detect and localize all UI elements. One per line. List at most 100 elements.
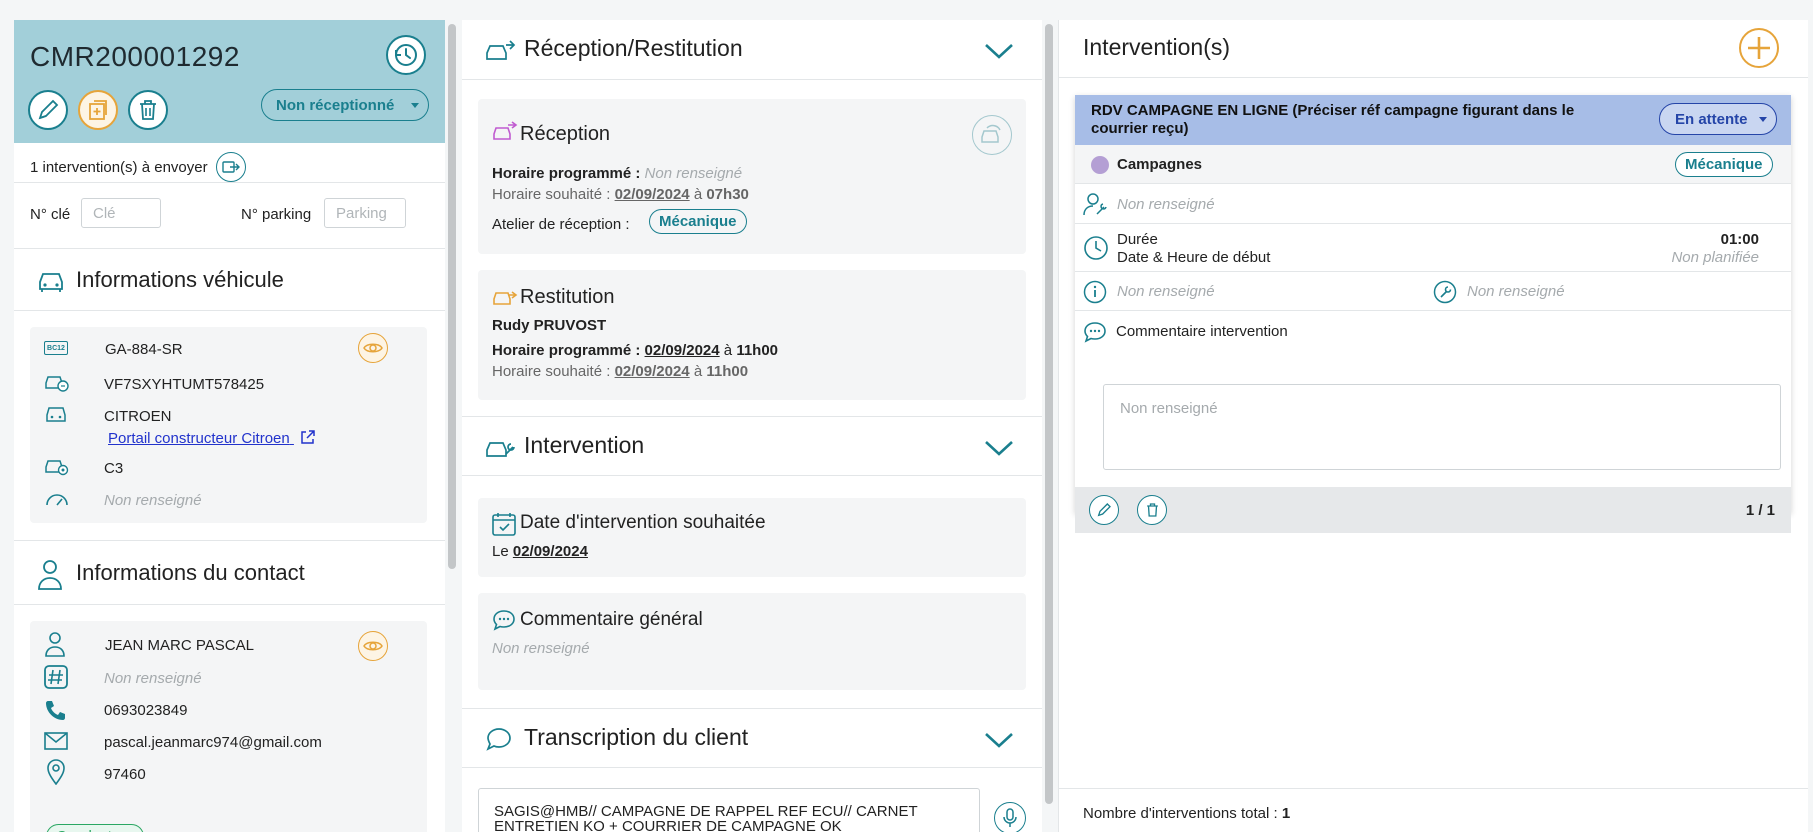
speedometer-icon xyxy=(44,488,70,508)
reception-status-dropdown[interactable]: Non réceptionné xyxy=(261,89,429,121)
reception-title: Réception xyxy=(520,123,611,145)
reception-card: Réception Horaire programmé : Non rensei… xyxy=(478,99,1026,254)
wished-date-card: Date d'intervention souhaitée Le 02/09/2… xyxy=(478,498,1026,577)
intervention-title: Intervention xyxy=(524,432,645,458)
reception-workshop-label: Atelier de réception : xyxy=(492,216,630,233)
model-value: C3 xyxy=(104,460,124,477)
intervention-workshop-tag: Mécanique xyxy=(1675,152,1773,177)
intervention-card-header: RDV CAMPAGNE EN LIGNE (Préciser réf camp… xyxy=(1075,95,1791,145)
contact-person-icon xyxy=(44,631,66,657)
interventions-to-send-label: 1 intervention(s) à envoyer xyxy=(30,158,208,176)
restitution-wished: Horaire souhaité : 02/09/2024 à 11h00 xyxy=(492,363,748,380)
reception-action-button[interactable] xyxy=(972,115,1012,155)
trash-icon xyxy=(140,100,156,120)
car-wrench-icon xyxy=(484,434,516,460)
technician-icon xyxy=(1083,192,1107,216)
vehicle-header: CMR200001292 Non réceptionné xyxy=(14,20,445,143)
wished-date-prefix: Le xyxy=(492,543,509,560)
car-transfer-icon xyxy=(484,37,516,63)
delete-intervention-button[interactable] xyxy=(1137,495,1167,525)
restitution-scheduled-date: 02/09/2024 xyxy=(644,342,720,359)
intervention-status-dropdown[interactable]: En attente xyxy=(1659,103,1777,135)
email-value: pascal.jeanmarc974@gmail.com xyxy=(104,734,322,751)
brand-car-icon xyxy=(44,403,70,425)
reception-wished-label: Horaire souhaité : xyxy=(492,186,611,203)
manufacturer-portal-link[interactable]: Portail constructeur Citroen xyxy=(108,429,316,447)
chat-icon xyxy=(484,726,516,752)
intervention-category-row: Campagnes Mécanique xyxy=(1075,145,1791,184)
vehicle-info-card: BC12 GA-884-SR VF7SXYHTUMT578425 CITROEN… xyxy=(30,327,427,523)
transcription-section-header[interactable]: Transcription du client xyxy=(462,708,1042,768)
location-pin-icon xyxy=(46,759,66,785)
transcription-title: Transcription du client xyxy=(524,724,749,750)
middle-panel-scrollbar[interactable] xyxy=(1045,24,1053,804)
info-icon xyxy=(1083,280,1107,304)
restitution-wished-label: Horaire souhaité : xyxy=(492,363,611,380)
comment-icon xyxy=(1083,321,1107,343)
show-vehicle-button[interactable] xyxy=(358,333,388,363)
start-label: Date & Heure de début xyxy=(1117,249,1271,266)
delete-button[interactable] xyxy=(128,90,168,130)
intervention-comment-textarea[interactable]: Non renseigné xyxy=(1103,384,1781,470)
transcription-textarea[interactable]: SAGIS@HMB// CAMPAGNE DE RAPPEL REF ECU//… xyxy=(478,788,980,832)
reception-workshop-tag: Mécanique xyxy=(649,209,747,234)
show-contact-button[interactable] xyxy=(358,631,388,661)
technician-row: Non renseigné xyxy=(1075,184,1791,224)
reception-restitution-title: Réception/Restitution xyxy=(524,35,743,61)
add-intervention-button[interactable] xyxy=(1739,28,1779,68)
interventions-panel: Intervention(s) RDV CAMPAGNE EN LIGNE (P… xyxy=(1058,20,1808,832)
interventions-total: Nombre d'interventions total : 1 xyxy=(1083,805,1290,822)
hash-icon xyxy=(44,665,68,689)
history-button[interactable] xyxy=(386,35,426,75)
calendar-icon xyxy=(492,512,516,536)
intervention-section-header[interactable]: Intervention xyxy=(462,416,1042,476)
start-value: Non planifiée xyxy=(1671,249,1759,266)
parking-input[interactable]: Parking xyxy=(324,198,406,228)
duration-row: Durée Date & Heure de début 01:00 Non pl… xyxy=(1075,224,1791,272)
vehicle-panel: CMR200001292 Non réceptionné 1 intervent… xyxy=(14,20,445,832)
brand-value: CITROEN xyxy=(104,408,172,425)
edit-button[interactable] xyxy=(28,90,68,130)
duration-value: 01:00 xyxy=(1720,231,1759,248)
chevron-down-icon xyxy=(985,44,1013,59)
comment-icon xyxy=(492,609,516,631)
contact-info-title: Informations du contact xyxy=(76,560,305,585)
chevron-down-icon xyxy=(411,103,419,108)
plate-value: GA-884-SR xyxy=(105,341,183,358)
send-icon xyxy=(221,161,240,173)
restitution-card: Restitution Rudy PRUVOST Horaire program… xyxy=(478,270,1026,400)
reception-restitution-section-header[interactable]: Réception/Restitution xyxy=(462,20,1042,80)
category-label: Campagnes xyxy=(1117,156,1203,173)
reception-wished: Horaire souhaité : 02/09/2024 à 07h30 xyxy=(492,186,749,203)
microphone-button[interactable] xyxy=(994,802,1026,832)
divider xyxy=(14,182,445,183)
divider xyxy=(1059,788,1808,789)
divider xyxy=(14,310,445,311)
intervention-card: RDV CAMPAGNE EN LIGNE (Préciser réf camp… xyxy=(1075,95,1791,533)
comment-label: Commentaire intervention xyxy=(1116,323,1288,340)
info-tool-row: Non renseigné Non renseigné xyxy=(1075,272,1791,311)
external-link-icon xyxy=(301,430,315,444)
divider xyxy=(1059,77,1808,78)
edit-intervention-button[interactable] xyxy=(1089,495,1119,525)
interventions-total-label: Nombre d'interventions total : xyxy=(1083,805,1278,822)
general-comment-title: Commentaire général xyxy=(520,609,703,630)
send-interventions-button[interactable] xyxy=(215,152,246,182)
eye-icon xyxy=(363,641,383,651)
duration-label: Durée xyxy=(1117,231,1158,248)
left-panel-scrollbar[interactable] xyxy=(448,24,456,569)
vin-icon xyxy=(44,371,70,393)
vehicle-info-title: Informations véhicule xyxy=(76,267,284,292)
restitution-person: Rudy PRUVOST xyxy=(492,317,607,334)
restitution-scheduled-label: Horaire programmé : xyxy=(492,342,641,359)
wrench-icon xyxy=(1433,280,1457,304)
postcode-value: 97460 xyxy=(104,766,146,783)
person-icon xyxy=(36,558,64,590)
key-input[interactable]: Clé xyxy=(81,198,161,228)
clock-icon xyxy=(1083,235,1109,261)
transcription-line-2: ENTRETIEN KO + COURRIER DE CAMPAGNE OK xyxy=(494,818,842,832)
history-icon xyxy=(395,44,417,66)
divider xyxy=(14,248,445,249)
duplicate-button[interactable] xyxy=(78,90,118,130)
chevron-down-icon xyxy=(985,441,1013,456)
